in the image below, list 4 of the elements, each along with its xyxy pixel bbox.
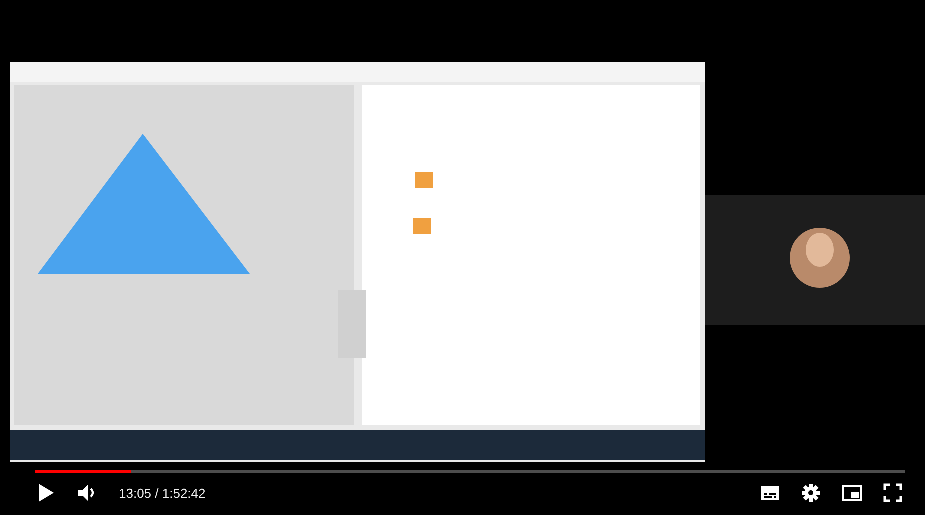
time-display: 13:05 / 1:52:42 [119,486,206,500]
fullscreen-button[interactable] [881,481,905,505]
miniplayer-button[interactable] [839,482,865,504]
settings-button[interactable] [799,481,823,505]
